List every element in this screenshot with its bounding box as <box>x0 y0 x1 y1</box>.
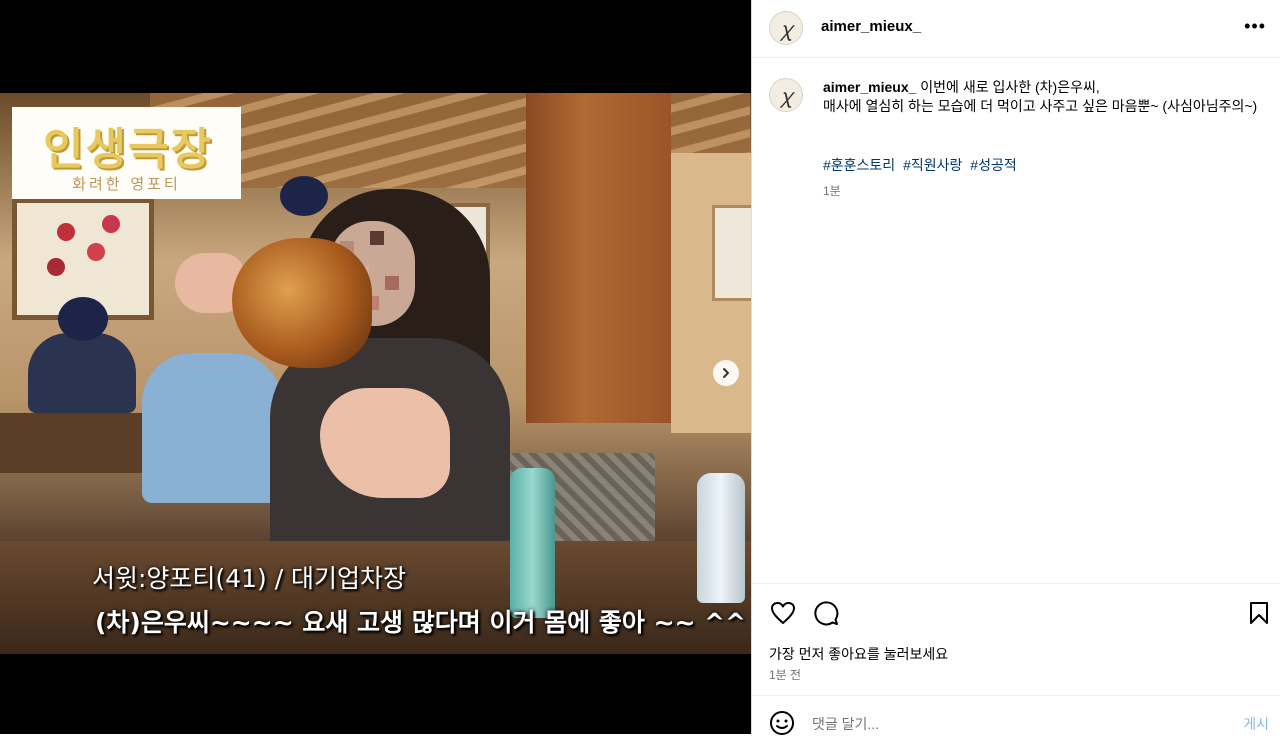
subtitle-line1: 서윗:양포티(41) / 대기업차장 <box>92 564 407 593</box>
more-options-icon[interactable]: ••• <box>1244 16 1266 37</box>
open-palm <box>320 388 450 498</box>
post-photo[interactable]: 인생극장 화려한 영포티 서윗:양포티(41) / 대기업차장 (차)은우씨~~… <box>0 93 751 654</box>
emoji-icon[interactable] <box>769 710 795 736</box>
action-bar: 가장 먼저 좋아요를 눌러보세요 1분 전 <box>752 583 1280 696</box>
wooden-pillar <box>526 93 671 423</box>
diner-child <box>142 353 282 503</box>
caption-avatar[interactable]: ꭓ <box>769 78 803 112</box>
water-bottle <box>697 473 745 603</box>
caption-line1: 이번에 새로 입사한 (차)은우씨, <box>920 79 1100 95</box>
post-comment-button[interactable]: 게시 <box>1243 714 1269 734</box>
caption-username[interactable]: aimer_mieux_ <box>823 79 916 95</box>
next-image-button[interactable] <box>713 360 739 386</box>
bookmark-icon[interactable] <box>1249 601 1269 625</box>
diner-left <box>28 333 136 413</box>
face-blur-sticker <box>58 297 108 341</box>
heart-icon[interactable] <box>770 601 796 625</box>
avatar[interactable]: ꭓ <box>769 11 803 45</box>
post-header: ꭓ aimer_mieux_ ••• <box>752 0 1280 58</box>
subtitle-line2: (차)은우씨~~~~ 요새 고생 많다며 이거 몸에 좋아 ~~ ^^ <box>95 608 747 637</box>
show-logo: 인생극장 화려한 영포티 <box>12 107 241 199</box>
post-media: 인생극장 화려한 영포티 서윗:양포티(41) / 대기업차장 (차)은우씨~~… <box>0 0 751 734</box>
roast-chicken <box>232 238 372 368</box>
comment-input[interactable]: 댓글 달기... <box>812 714 879 734</box>
wall-poster-right <box>712 205 751 301</box>
hashtag-link[interactable]: #직원사랑 <box>903 157 962 173</box>
hashtag-link[interactable]: #훈훈스토리 <box>823 157 895 173</box>
logo-subtitle: 화려한 영포티 <box>72 175 181 193</box>
caption-text: aimer_mieux_ 이번에 새로 입사한 (차)은우씨, 매사에 열심히 … <box>823 78 1263 116</box>
post-sidebar: ꭓ aimer_mieux_ ••• ꭓ aimer_mieux_ 이번에 새로… <box>751 0 1280 735</box>
post-timestamp: 1분 전 <box>769 668 802 682</box>
soju-bottle <box>510 468 555 618</box>
hashtags: #훈훈스토리 #직원사랑 #성공적 <box>823 155 1021 175</box>
chevron-right-icon <box>723 368 729 378</box>
header-username[interactable]: aimer_mieux_ <box>821 18 921 35</box>
comment-bar: 댓글 달기... 게시 <box>752 695 1280 735</box>
hashtag-link[interactable]: #성공적 <box>970 157 1016 173</box>
logo-title: 인생극장 <box>43 124 213 175</box>
comment-icon[interactable] <box>813 600 839 626</box>
likes-prompt: 가장 먼저 좋아요를 눌러보세요 <box>769 646 949 662</box>
face-blur-sticker <box>280 176 328 216</box>
caption-timestamp: 1분 <box>823 184 841 198</box>
caption-line2: 매사에 열심히 하는 모습에 더 먹이고 사주고 싶은 마음뿐~ (사심아님주의… <box>823 98 1258 114</box>
